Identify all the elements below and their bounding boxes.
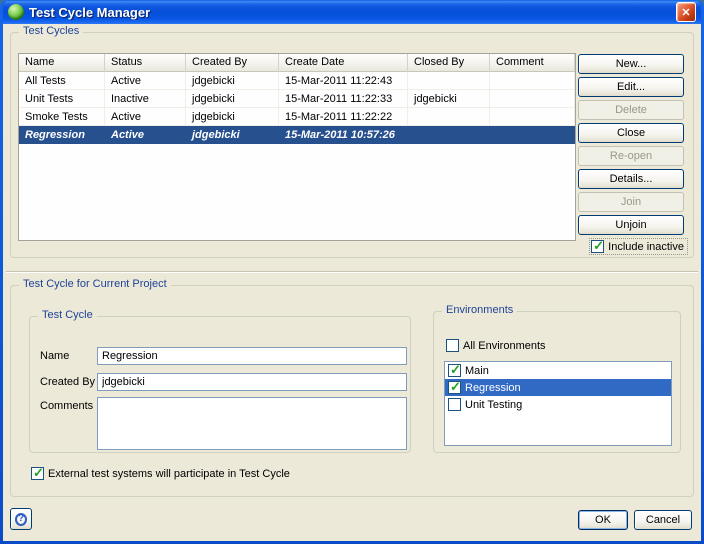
help-icon: ?: [15, 513, 27, 526]
name-input[interactable]: [97, 347, 407, 365]
include-inactive-checkbox[interactable]: [591, 240, 604, 253]
environments-group: Environments All Environments Main Regre…: [433, 311, 681, 453]
table-header-row: Name Status Created By Create Date Close…: [19, 54, 575, 72]
all-environments-label: All Environments: [463, 340, 546, 352]
env-item-label: Unit Testing: [465, 399, 522, 411]
ok-button[interactable]: OK: [578, 510, 628, 530]
new-button[interactable]: New...: [578, 54, 684, 74]
cell-comment: [490, 108, 575, 126]
current-project-group: Test Cycle for Current Project Test Cycl…: [10, 285, 694, 497]
column-header-comment[interactable]: Comment: [490, 54, 575, 72]
test-cycles-actions: New... Edit... Delete Close Re-open Deta…: [578, 54, 684, 235]
environments-group-label: Environments: [442, 304, 517, 316]
cell-name: All Tests: [19, 72, 105, 90]
comments-label: Comments: [40, 400, 93, 412]
cell-closed-by: [408, 72, 490, 90]
cell-comment: [490, 126, 575, 144]
reopen-button: Re-open: [578, 146, 684, 166]
close-icon: ✕: [681, 6, 690, 19]
test-cycle-group-label: Test Cycle: [38, 309, 97, 321]
close-button[interactable]: ✕: [676, 2, 696, 22]
cell-create-date: 15-Mar-2011 11:22:22: [279, 108, 408, 126]
env-item-main[interactable]: Main: [445, 362, 671, 379]
cell-name: Smoke Tests: [19, 108, 105, 126]
cell-comment: [490, 72, 575, 90]
unjoin-button[interactable]: Unjoin: [578, 215, 684, 235]
join-button: Join: [578, 192, 684, 212]
env-regression-checkbox[interactable]: [448, 381, 461, 394]
app-icon: [8, 4, 24, 20]
cell-closed-by: [408, 126, 490, 144]
table-row[interactable]: Unit Tests Inactive jdgebicki 15-Mar-201…: [19, 90, 575, 108]
test-cycles-table: Name Status Created By Create Date Close…: [18, 53, 576, 241]
column-header-status[interactable]: Status: [105, 54, 186, 72]
cell-create-date: 15-Mar-2011 10:57:26: [279, 126, 408, 144]
cell-name: Unit Tests: [19, 90, 105, 108]
cell-create-date: 15-Mar-2011 11:22:33: [279, 90, 408, 108]
env-unit-testing-checkbox[interactable]: [448, 398, 461, 411]
cell-created-by: jdgebicki: [186, 108, 279, 126]
all-environments-checkbox[interactable]: [446, 339, 459, 352]
current-project-group-label: Test Cycle for Current Project: [19, 278, 171, 290]
cell-status: Active: [105, 72, 186, 90]
test-cycles-group-label: Test Cycles: [19, 25, 83, 37]
edit-button[interactable]: Edit...: [578, 77, 684, 97]
cell-created-by: jdgebicki: [186, 126, 279, 144]
external-systems-row: External test systems will participate i…: [31, 467, 290, 480]
test-cycle-group: Test Cycle Name Created By Comments: [29, 316, 411, 453]
column-header-closed-by[interactable]: Closed By: [408, 54, 490, 72]
created-by-label: Created By: [40, 376, 95, 388]
all-environments-row: All Environments: [446, 339, 546, 352]
close-cycle-button[interactable]: Close: [578, 123, 684, 143]
include-inactive-row: Include inactive: [589, 238, 688, 255]
dialog-content: Test Cycles Name Status Created By Creat…: [3, 24, 701, 541]
external-systems-checkbox[interactable]: [31, 467, 44, 480]
env-item-label: Main: [465, 365, 489, 377]
external-systems-label: External test systems will participate i…: [48, 468, 290, 480]
column-header-create-date[interactable]: Create Date: [279, 54, 408, 72]
table-row[interactable]: Smoke Tests Active jdgebicki 15-Mar-2011…: [19, 108, 575, 126]
cell-created-by: jdgebicki: [186, 90, 279, 108]
name-label: Name: [40, 350, 69, 362]
delete-button: Delete: [578, 100, 684, 120]
cell-status: Inactive: [105, 90, 186, 108]
cell-status: Active: [105, 108, 186, 126]
cell-closed-by: [408, 108, 490, 126]
comments-textarea[interactable]: [97, 397, 407, 450]
cancel-button[interactable]: Cancel: [634, 510, 692, 530]
env-item-regression[interactable]: Regression: [445, 379, 671, 396]
cell-closed-by: jdgebicki: [408, 90, 490, 108]
test-cycles-group: Test Cycles Name Status Created By Creat…: [10, 32, 694, 258]
cell-create-date: 15-Mar-2011 11:22:43: [279, 72, 408, 90]
column-header-name[interactable]: Name: [19, 54, 105, 72]
help-button[interactable]: ?: [10, 508, 32, 530]
details-button[interactable]: Details...: [578, 169, 684, 189]
cell-name: Regression: [19, 126, 105, 144]
titlebar: Test Cycle Manager ✕: [3, 0, 701, 24]
column-header-created-by[interactable]: Created By: [186, 54, 279, 72]
cell-comment: [490, 90, 575, 108]
window-title: Test Cycle Manager: [29, 5, 671, 20]
dialog-window: Test Cycle Manager ✕ Test Cycles Name St…: [0, 0, 704, 544]
env-item-label: Regression: [465, 382, 521, 394]
env-main-checkbox[interactable]: [448, 364, 461, 377]
table-row[interactable]: All Tests Active jdgebicki 15-Mar-2011 1…: [19, 72, 575, 90]
env-item-unit-testing[interactable]: Unit Testing: [445, 396, 671, 413]
section-divider: [6, 271, 698, 273]
environments-list: Main Regression Unit Testing: [444, 361, 672, 446]
table-row-selected[interactable]: Regression Active jdgebicki 15-Mar-2011 …: [19, 126, 575, 144]
cell-status: Active: [105, 126, 186, 144]
created-by-input[interactable]: [97, 373, 407, 391]
cell-created-by: jdgebicki: [186, 72, 279, 90]
include-inactive-label: Include inactive: [608, 241, 684, 253]
